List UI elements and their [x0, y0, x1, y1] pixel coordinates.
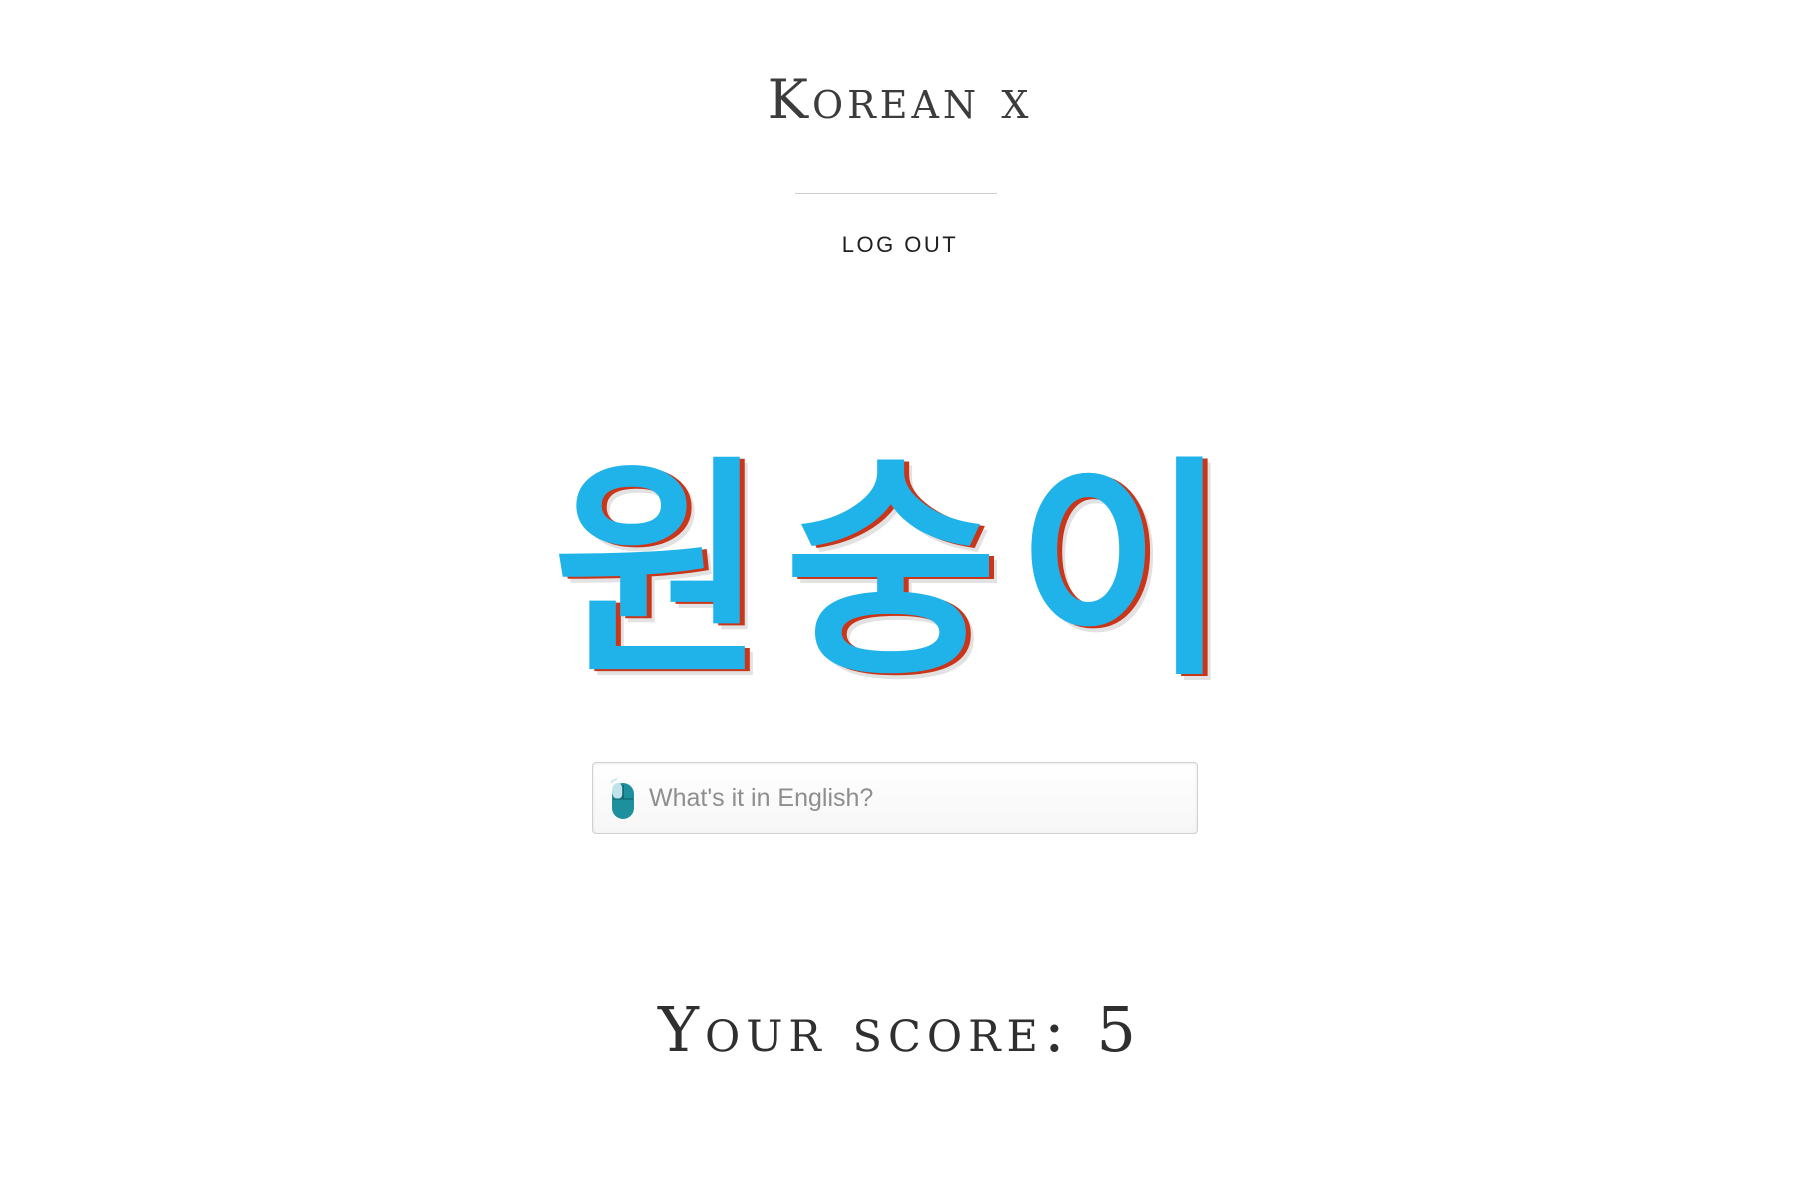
logout-link[interactable]: LOG OUT — [780, 230, 1020, 260]
answer-input[interactable] — [649, 763, 1179, 833]
score-value: 5 — [1096, 993, 1142, 1066]
score-display: Your score: 5 — [0, 990, 1800, 1070]
korean-word: 원숭이 — [553, 437, 1247, 700]
page: Korean x LOG OUT 원숭이 원숭이 원숭이 Your score:… — [0, 0, 1800, 1200]
korean-word-display: 원숭이 원숭이 원숭이 — [0, 430, 1800, 700]
score-label: Your score: — [658, 993, 1071, 1066]
answer-field[interactable] — [592, 762, 1198, 834]
mouse-icon — [610, 778, 634, 819]
app-title: Korean x — [767, 68, 1033, 131]
header-divider — [795, 193, 997, 194]
korean-word-graphic: 원숭이 원숭이 원숭이 — [553, 437, 1247, 700]
